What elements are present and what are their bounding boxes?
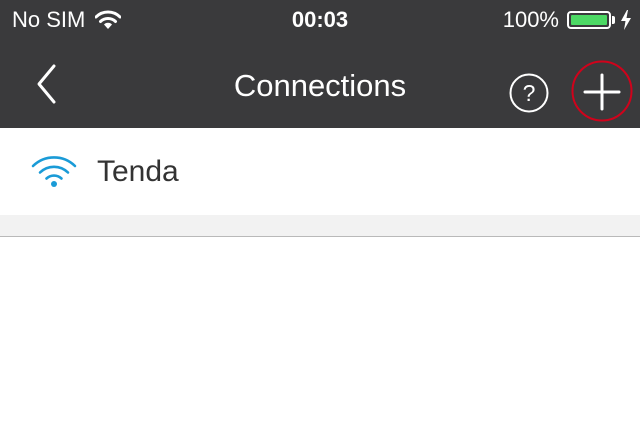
question-circle-icon: ? bbox=[509, 73, 549, 113]
battery-percent: 100% bbox=[502, 7, 559, 32]
status-right: 100% bbox=[503, 7, 632, 33]
divider bbox=[0, 236, 640, 237]
battery-tip bbox=[612, 16, 615, 24]
add-connection-button[interactable] bbox=[571, 60, 633, 122]
wifi-icon bbox=[31, 156, 77, 187]
connection-name: Tenda bbox=[97, 155, 179, 188]
battery-icon bbox=[567, 11, 611, 29]
connection-list-item[interactable] bbox=[0, 128, 640, 215]
section-separator bbox=[0, 215, 640, 236]
navigation-bar: Connections ? bbox=[0, 40, 640, 128]
bolt-icon bbox=[621, 10, 631, 30]
help-button[interactable]: ? bbox=[508, 72, 550, 114]
battery-level bbox=[571, 15, 607, 25]
svg-text:?: ? bbox=[523, 80, 536, 106]
status-bar: No SIM 00:03 100% bbox=[0, 0, 640, 40]
plus-icon bbox=[583, 73, 621, 111]
